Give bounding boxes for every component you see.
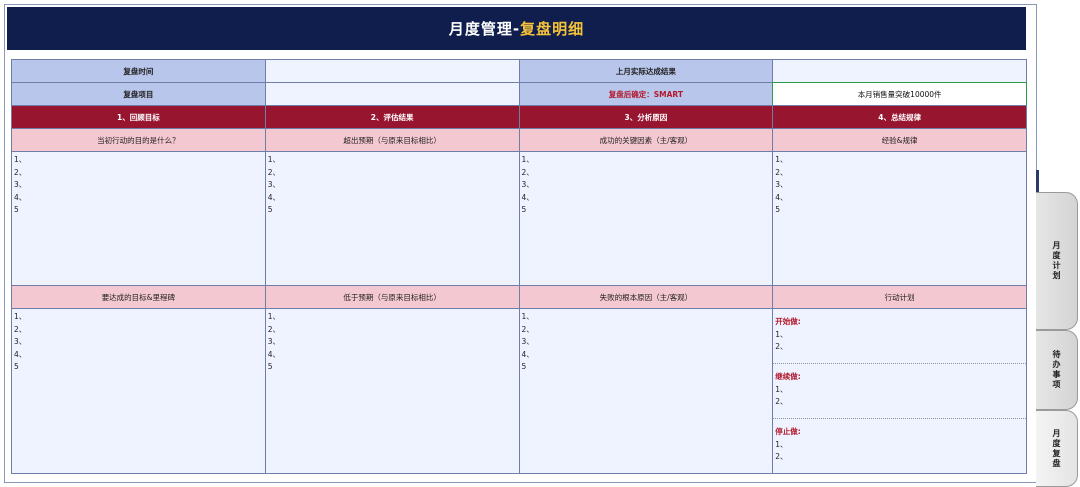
- action-plan-cell: 开始做: 1、 2、 继续做: 1、 2、 停止做: 1、 2、: [772, 308, 1027, 474]
- last-month-result-input[interactable]: [772, 59, 1027, 83]
- list-item: 1、: [267, 312, 281, 321]
- list-item: 4、: [775, 192, 788, 202]
- list-item: 2、: [267, 167, 281, 177]
- step-summarize-rules: 4、总结规律: [772, 105, 1027, 129]
- plan-stop-label: 停止做:: [775, 427, 801, 436]
- tab-monthly-plan[interactable]: 月度计划: [1036, 192, 1078, 330]
- steps-row: 1、回顾目标 2、评估结果 3、分析原因 4、总结规律: [11, 105, 1030, 129]
- goal-milestone-list[interactable]: 1、 2、 3、 4、 5: [11, 308, 266, 474]
- plan-start-block[interactable]: 开始做: 1、 2、: [773, 309, 1026, 364]
- tab-todo[interactable]: 待办事项: [1036, 330, 1078, 410]
- list-item: 4、: [267, 192, 281, 202]
- subheader-row-2: 要达成的目标&里程碑 低于预期（与原来目标相比） 失败的根本原因（主/客观） 行…: [11, 285, 1030, 309]
- purpose-list[interactable]: 1、 2、 3、 4、 5: [11, 151, 266, 286]
- body-row-2: 1、 2、 3、 4、 5 1、 2、 3、 4、 5 1、 2、 3、 4、 …: [11, 308, 1030, 474]
- tab-monthly-review[interactable]: 月度复盘: [1036, 410, 1078, 487]
- sub-below-expectation: 低于预期（与原来目标相比）: [264, 285, 520, 309]
- list-item: 1、: [14, 155, 27, 164]
- info-row-2: 复盘项目 复盘后确定：SMART 本月销售量突破10000件: [11, 82, 1030, 106]
- above-expectation-list[interactable]: 1、 2、 3、 4、 5: [264, 151, 520, 286]
- list-item: 3、: [14, 180, 27, 190]
- step-review-goal: 1、回顾目标: [11, 105, 266, 129]
- list-item: 3、: [775, 180, 788, 190]
- sub-goal-milestone: 要达成的目标&里程碑: [11, 285, 266, 309]
- list-item: 4、: [267, 349, 281, 359]
- list-item: 2、: [775, 452, 788, 462]
- review-project-input[interactable]: [264, 82, 520, 106]
- step-analyze-cause: 3、分析原因: [518, 105, 774, 129]
- smart-confirm-label: 复盘后确定：SMART: [518, 82, 774, 106]
- list-item: 2、: [521, 167, 534, 177]
- list-item: 1、: [775, 329, 788, 339]
- side-tabs: 月度计划 待办事项 月度复盘: [1036, 170, 1080, 487]
- step-evaluate-result: 2、评估结果: [264, 105, 520, 129]
- list-item: 1、: [775, 439, 788, 449]
- list-item: 5: [775, 205, 781, 215]
- list-item: 1、: [521, 155, 534, 164]
- review-time-input[interactable]: [264, 59, 520, 83]
- info-row-1: 复盘时间 上月实际达成结果: [11, 59, 1030, 83]
- body-row-1: 1、 2、 3、 4、 5 1、 2、 3、 4、 5 1、 2、 3、 4、 …: [11, 151, 1030, 286]
- list-item: 5: [267, 362, 273, 372]
- tab-monthly-review-label: 月度复盘: [1052, 428, 1061, 469]
- list-item: 5: [14, 362, 19, 372]
- list-item: 5: [14, 205, 19, 215]
- page-title-main: 月度管理-: [448, 20, 521, 38]
- sub-failure-causes: 失败的根本原因（主/客观）: [518, 285, 774, 309]
- review-time-label: 复盘时间: [11, 59, 266, 83]
- tab-monthly-plan-label: 月度计划: [1052, 241, 1061, 281]
- list-item: 1、: [775, 384, 788, 394]
- list-item: 3、: [267, 180, 281, 190]
- list-item: 5: [267, 205, 273, 215]
- list-item: 1、: [521, 312, 534, 321]
- review-sheet: 复盘时间 上月实际达成结果 复盘项目 复盘后确定：SMART 本月销售量突破10…: [11, 59, 1030, 474]
- list-item: 4、: [521, 192, 534, 202]
- plan-continue-block[interactable]: 继续做: 1、 2、: [773, 364, 1026, 419]
- list-item: 2、: [267, 324, 281, 334]
- plan-stop-block[interactable]: 停止做: 1、 2、: [773, 419, 1026, 473]
- list-item: 4、: [14, 349, 27, 359]
- list-item: 1、: [267, 155, 281, 164]
- page-title-accent: 复盘明细: [520, 20, 585, 38]
- sub-above-expectation: 超出预期（与原来目标相比）: [264, 128, 520, 152]
- list-item: 2、: [775, 167, 788, 177]
- subheader-row-1: 当初行动的目的是什么？ 超出预期（与原来目标相比） 成功的关键因素（主/客观） …: [11, 128, 1030, 152]
- experience-rules-list[interactable]: 1、 2、 3、 4、 5: [772, 151, 1027, 286]
- plan-continue-label: 继续做:: [775, 372, 801, 381]
- sub-success-factors: 成功的关键因素（主/客观）: [518, 128, 774, 152]
- sub-action-plan: 行动计划: [772, 285, 1027, 309]
- list-item: 2、: [14, 324, 27, 334]
- list-item: 2、: [775, 342, 788, 352]
- list-item: 2、: [521, 324, 534, 334]
- list-item: 3、: [14, 337, 27, 347]
- list-item: 1、: [775, 155, 788, 164]
- list-item: 2、: [14, 167, 27, 177]
- last-month-result-label: 上月实际达成结果: [518, 59, 774, 83]
- list-item: 2、: [775, 397, 788, 407]
- smart-goal-cell[interactable]: 本月销售量突破10000件: [772, 82, 1027, 106]
- page-title: 月度管理- 复盘明细: [7, 7, 1026, 50]
- sub-experience-rules: 经验&规律: [772, 128, 1027, 152]
- list-item: 4、: [14, 192, 27, 202]
- list-item: 3、: [521, 337, 534, 347]
- success-factors-list[interactable]: 1、 2、 3、 4、 5: [518, 151, 774, 286]
- tab-todo-label: 待办事项: [1052, 350, 1061, 390]
- list-item: 5: [521, 205, 527, 215]
- failure-causes-list[interactable]: 1、 2、 3、 4、 5: [518, 308, 774, 474]
- list-item: 4、: [521, 349, 534, 359]
- list-item: 3、: [267, 337, 281, 347]
- plan-start-label: 开始做:: [775, 317, 801, 326]
- review-project-label: 复盘项目: [11, 82, 266, 106]
- list-item: 1、: [14, 312, 27, 321]
- list-item: 3、: [521, 180, 534, 190]
- list-item: 5: [521, 362, 527, 372]
- sub-original-purpose: 当初行动的目的是什么？: [11, 128, 266, 152]
- below-expectation-list[interactable]: 1、 2、 3、 4、 5: [264, 308, 520, 474]
